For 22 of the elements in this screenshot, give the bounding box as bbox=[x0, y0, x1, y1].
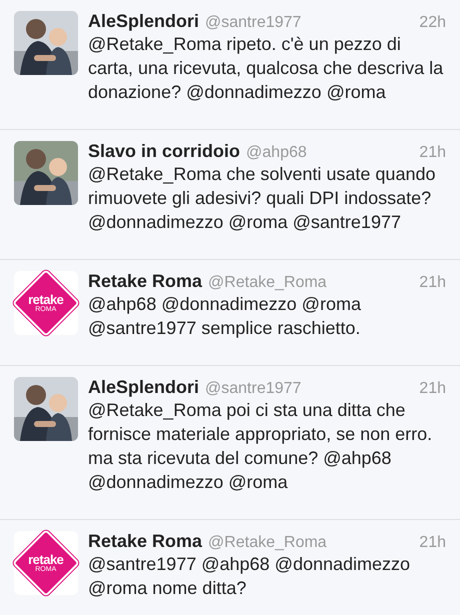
tweet-text: @Retake_Roma ripeto. c'è un pezzo di carta, una ricevuta, qualcosa che descriva la donazione? @donnadimezzo @roma bbox=[88, 33, 444, 104]
user-name[interactable]: Retake Roma bbox=[88, 531, 202, 552]
user-name[interactable]: AleSplendori bbox=[88, 11, 200, 32]
tweet-text: @Retake_Roma che solventi usate quando rimuovete gli adesivi? quali DPI indossate? @donnadimezzo @roma @santre1977 bbox=[88, 163, 436, 234]
logo-text: retake bbox=[28, 293, 64, 306]
tweet-text: @ahp68 @donnadimezzo @roma @santre1977 semplice raschietto. bbox=[88, 293, 362, 340]
tweet-text: @santre1977 @ahp68 @donnadimezzo @roma nome ditta? bbox=[88, 553, 412, 600]
user-name[interactable]: AleSplendori bbox=[88, 377, 200, 398]
user-name[interactable]: Retake Roma bbox=[88, 271, 202, 292]
timestamp: 22h bbox=[419, 14, 446, 32]
user-handle: @santre1977 bbox=[205, 14, 302, 32]
user-handle: @Retake_Roma bbox=[208, 274, 328, 292]
user-handle: @santre1977 bbox=[205, 380, 302, 398]
user-name[interactable]: Slavo in corridoio bbox=[88, 141, 240, 162]
timestamp: 21h bbox=[419, 380, 446, 398]
tweet-text: @Retake_Roma poi ci sta una ditta che fornisce materiale appropriato, se non erro. ma sta ricevuta del comune? @ahp68 @donnadimezzo @roma bbox=[88, 399, 434, 494]
user-handle: @ahp68 bbox=[246, 144, 308, 162]
user-handle: @Retake_Roma bbox=[208, 534, 328, 552]
logo-text: retake bbox=[28, 553, 64, 566]
timestamp: 21h bbox=[419, 534, 446, 552]
timestamp: 21h bbox=[419, 144, 446, 162]
timestamp: 21h bbox=[419, 274, 446, 292]
